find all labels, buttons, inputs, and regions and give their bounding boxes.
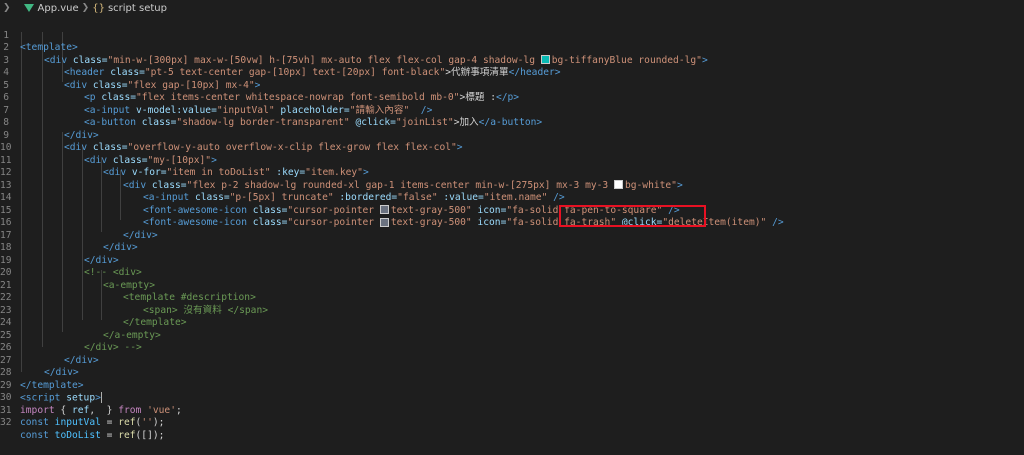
- code-token: inputVal: [48, 417, 101, 428]
- breadcrumb-file[interactable]: App.vue: [38, 3, 79, 14]
- code-line: 26 </div>: [0, 330, 1024, 366]
- code-line: 8 </div>: [0, 105, 1024, 141]
- code-line: 28 </template>: [0, 355, 1024, 391]
- code-token: ref: [118, 417, 136, 428]
- breadcrumb-section[interactable]: script setup: [108, 3, 167, 14]
- code-line: 7 <a-button class="shadow-lg border-tran…: [0, 92, 1024, 129]
- code-line: 9 <div class="overflow-y-auto overflow-x…: [0, 117, 1024, 154]
- code-line: 4 <div class="flex gap-[10px] mx-4">: [0, 55, 1024, 91]
- code-line: 22 <span> 沒有資料 </span>: [0, 280, 1024, 316]
- code-line: 32 const toDoList = ref([]);: [0, 405, 1024, 441]
- code-line: 17 </div>: [0, 217, 1024, 254]
- code-token: const: [20, 417, 49, 428]
- code-token: '': [141, 417, 153, 428]
- code-line: 5 <p class="flex items-center whitespace…: [0, 67, 1024, 104]
- code-line: 14 <font-awesome-icon class="cursor-poin…: [0, 180, 1024, 216]
- code-line: 13 <a-input class="p-[5px] truncate" :bo…: [0, 167, 1024, 204]
- code-line: 2 <div class="min-w-[300px] max-w-[50vw]…: [0, 30, 1024, 66]
- code-line: 19 <!-- <div>: [0, 242, 1024, 279]
- chevron-right-icon: ❯: [81, 3, 90, 13]
- code-line: 29 <script setup>: [0, 367, 1024, 404]
- code-token: =: [100, 429, 119, 441]
- code-line: 12 <div class="flex p-2 shadow-lg rounde…: [0, 155, 1024, 191]
- code-token: ref: [118, 429, 136, 441]
- chevron-right-icon: ❯: [3, 3, 11, 13]
- code-line: 11 <div v-for="item in toDoList" :key="i…: [0, 142, 1024, 179]
- code-token: );: [152, 417, 165, 428]
- vue-file-icon: [23, 4, 34, 12]
- highlight-box: [559, 205, 706, 227]
- code-line: 23 </template>: [0, 292, 1024, 329]
- code-editor[interactable]: 1 <template> 2 <div class="min-w-[300px]…: [0, 16, 1024, 441]
- code-line: 25 </div> -->: [0, 317, 1024, 354]
- code-line: 30 import { ref, } from 'vue';: [0, 380, 1024, 416]
- code-line: 18 </div>: [0, 230, 1024, 266]
- code-token: const: [20, 429, 49, 441]
- breadcrumb: ❯ App.vue ❯ {} script setup: [0, 0, 1024, 16]
- code-line: 6 <a-input v-model:value="inputVal" plac…: [0, 80, 1024, 116]
- code-token: ([]);: [135, 429, 165, 441]
- code-line: 10 <div class="my-[10px]">: [0, 130, 1024, 166]
- code-token: =: [100, 417, 119, 428]
- code-line: 20 <a-empty>: [0, 255, 1024, 291]
- code-line: 15 <font-awesome-icon class="cursor-poin…: [0, 192, 1024, 229]
- code-line: 1 <template>: [0, 17, 1024, 54]
- code-line: 24 </a-empty>: [0, 305, 1024, 341]
- code-token: toDoList: [48, 429, 101, 441]
- code-line: 3 <header class="pt-5 text-center gap-[1…: [0, 42, 1024, 79]
- line-number: 32: [0, 417, 12, 428]
- code-line: 31 const inputVal = ref('');: [0, 392, 1024, 429]
- code-line: 21 <template #description>: [0, 267, 1024, 304]
- code-line: 16 </div>: [0, 205, 1024, 241]
- braces-icon: {}: [92, 2, 105, 14]
- code-line: 27 </div>: [0, 342, 1024, 379]
